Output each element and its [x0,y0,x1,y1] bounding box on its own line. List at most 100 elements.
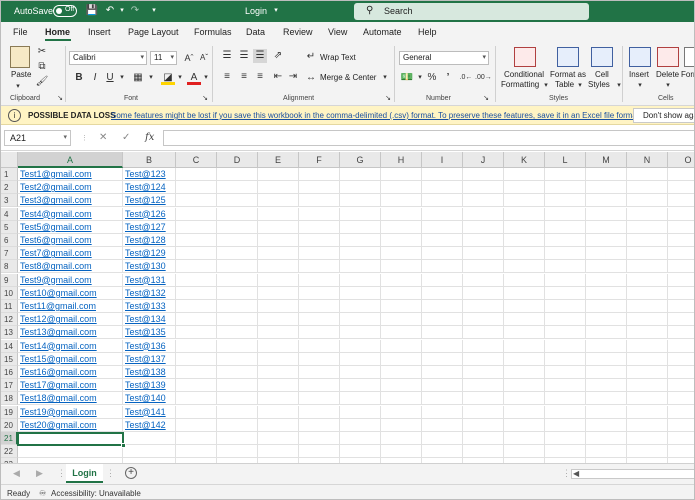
cell[interactable] [463,352,504,366]
cell[interactable] [668,445,694,459]
row-header[interactable]: 4 [1,207,18,221]
cell[interactable] [217,260,258,274]
format-painter-icon[interactable]: 🖌 [35,75,49,89]
fill-dropdown-icon[interactable]: ▾ [173,71,187,85]
password-cell[interactable] [123,445,176,459]
cell[interactable] [586,405,627,419]
cell[interactable] [217,366,258,379]
number-format-combo[interactable]: General ▾ [399,51,489,65]
cell[interactable] [422,181,463,195]
column-header-o[interactable]: O [668,152,694,168]
cell[interactable] [463,300,504,313]
save-icon[interactable]: 💾 [85,4,99,18]
cell[interactable] [217,326,258,340]
cell[interactable] [258,392,299,406]
search-box[interactable]: ⚲ Search [354,3,589,20]
cell[interactable] [504,339,545,353]
more-sheets-icon[interactable]: ⋮ [57,468,66,479]
cell[interactable] [668,313,694,327]
increase-font-icon[interactable]: Aˆ [182,51,196,65]
cell[interactable] [176,260,217,274]
cell[interactable] [340,352,381,366]
cell[interactable] [586,366,627,379]
chevron-down-icon[interactable]: ▾ [661,79,675,93]
password-cell[interactable]: Test@125 [123,194,176,208]
cell[interactable] [176,445,217,459]
cell[interactable] [545,194,586,208]
row-header[interactable]: 20 [1,418,18,432]
cell[interactable] [422,366,463,379]
cell[interactable] [422,207,463,221]
cell[interactable] [627,247,668,261]
increase-decimal-icon[interactable]: .0← [459,71,473,85]
row-header[interactable]: 22 [1,445,18,459]
decrease-font-icon[interactable]: Aˇ [197,51,211,65]
email-cell[interactable]: Test16@gmail.com [18,366,123,379]
cell[interactable] [176,181,217,195]
font-color-dropdown-icon[interactable]: ▾ [199,71,213,85]
password-cell[interactable]: Test@134 [123,313,176,327]
cell[interactable] [340,405,381,419]
scroll-left-arrow-icon[interactable]: ◀ [573,469,579,478]
cell[interactable] [381,300,422,313]
cell[interactable] [299,326,340,340]
cell[interactable] [381,194,422,208]
email-cell[interactable]: Test13@gmail.com [18,326,123,340]
cell-styles-label-2[interactable]: Styles [588,80,610,89]
tab-data[interactable]: Data [246,27,265,37]
cell[interactable] [217,247,258,261]
row-header[interactable]: 17 [1,379,18,393]
cell[interactable] [586,432,627,445]
cell[interactable] [258,220,299,234]
cell[interactable] [586,313,627,327]
cell[interactable] [299,300,340,313]
cell[interactable] [463,313,504,327]
password-cell[interactable]: Test@136 [123,339,176,353]
cell[interactable] [217,379,258,393]
cell[interactable] [586,300,627,313]
column-header-i[interactable]: I [422,152,463,168]
cell[interactable] [504,326,545,340]
cell[interactable] [668,221,694,234]
copy-icon[interactable]: ⧉ [35,60,49,74]
cell[interactable] [299,247,340,261]
italic-button[interactable]: I [88,71,102,85]
password-cell[interactable] [123,432,176,445]
column-header-n[interactable]: N [627,152,668,168]
cell[interactable] [545,247,586,261]
cell[interactable] [340,339,381,353]
email-cell[interactable]: Test12@gmail.com [18,313,123,327]
row-header[interactable]: 16 [1,366,18,379]
cell[interactable] [258,313,299,327]
undo-dropdown-icon[interactable]: ▾ [115,4,129,18]
cell[interactable] [217,313,258,327]
cell[interactable] [381,432,422,445]
cell[interactable] [504,286,545,300]
cell[interactable] [176,379,217,393]
cell[interactable] [627,366,668,379]
cell[interactable] [217,168,258,181]
cell[interactable] [504,300,545,313]
cell[interactable] [627,445,668,459]
cell[interactable] [176,234,217,247]
cell[interactable] [504,181,545,195]
insert-cells-label[interactable]: Insert [629,70,649,79]
cell[interactable] [422,194,463,208]
cell[interactable] [586,260,627,274]
cell[interactable] [668,340,694,353]
scroll-left-icon[interactable]: ◀ [13,468,20,479]
row-header[interactable]: 10 [1,286,18,300]
cell[interactable] [299,366,340,379]
accessibility-status[interactable]: Accessibility: Unavailable [51,489,141,498]
cell[interactable] [422,260,463,274]
cell[interactable] [463,286,504,300]
cell[interactable] [299,220,340,234]
cell[interactable] [422,352,463,366]
cell[interactable] [504,260,545,274]
cell[interactable] [463,181,504,195]
chevron-down-icon[interactable]: ▾ [633,79,647,93]
cell[interactable] [217,181,258,195]
cell[interactable] [545,300,586,313]
column-header-e[interactable]: E [258,152,299,168]
cell[interactable] [627,418,668,432]
